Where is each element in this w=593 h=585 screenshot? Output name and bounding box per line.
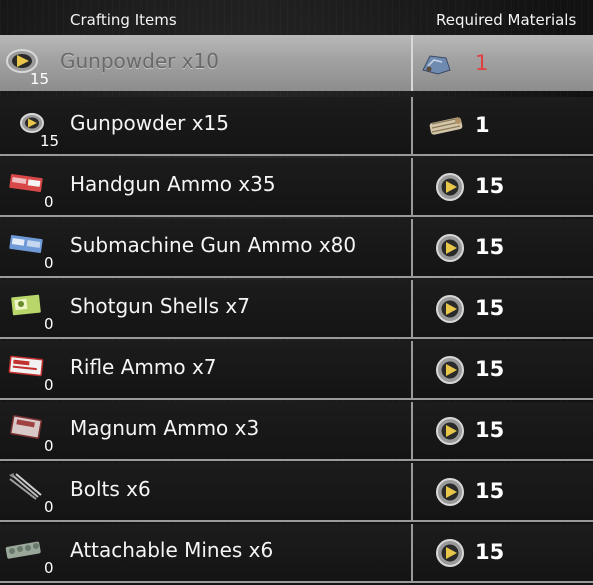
column-divider [411, 35, 413, 91]
crafting-row-shotgun-shells[interactable]: 0 Shotgun Shells x7 15 [0, 280, 593, 339]
column-divider [411, 402, 413, 459]
gunpowder-icon [436, 234, 464, 262]
item-name: Rifle Ammo x7 [70, 355, 217, 379]
material-count: 15 [475, 479, 505, 503]
material-count: 15 [475, 296, 505, 320]
item-name: Submachine Gun Ammo x80 [70, 233, 357, 257]
item-quantity: 0 [44, 376, 54, 394]
item-quantity: 15 [30, 70, 50, 88]
material-count: 1 [475, 51, 489, 75]
bolts-icon [9, 473, 42, 500]
column-divider [411, 524, 413, 581]
gunpowder-icon [436, 173, 464, 201]
wire-bundle-icon [429, 117, 463, 135]
gunpowder-icon [436, 417, 464, 445]
required-materials-heading: Required Materials [436, 11, 577, 29]
item-quantity: 15 [40, 132, 60, 150]
column-divider [411, 463, 413, 520]
column-divider [411, 341, 413, 398]
material-count: 15 [475, 357, 505, 381]
crafting-items-heading: Crafting Items [70, 11, 177, 29]
crafting-list: 15 Gunpowder x10 1 15 Gunpowder x15 1 0 … [0, 35, 593, 585]
list-header: Crafting Items Required Materials [0, 0, 593, 32]
item-quantity: 0 [44, 498, 54, 516]
column-divider [411, 280, 413, 337]
material-count: 15 [475, 235, 505, 259]
crafting-row-handgun-ammo[interactable]: 0 Handgun Ammo x35 15 [0, 158, 593, 217]
gunpowder-icon [20, 113, 44, 133]
item-name: Gunpowder x15 [70, 111, 230, 135]
item-name: Attachable Mines x6 [70, 538, 274, 562]
handgun-ammo-icon [9, 173, 43, 193]
mines-icon [5, 541, 41, 559]
item-quantity: 0 [44, 254, 54, 272]
material-count: 15 [475, 174, 505, 198]
crafting-row-rifle-ammo[interactable]: 0 Rifle Ammo x7 15 [0, 341, 593, 400]
gunpowder-icon [436, 478, 464, 506]
item-quantity: 0 [44, 193, 54, 211]
item-quantity: 0 [44, 559, 54, 577]
column-divider [411, 97, 413, 154]
crafting-row-smg-ammo[interactable]: 0 Submachine Gun Ammo x80 15 [0, 219, 593, 278]
item-name: Shotgun Shells x7 [70, 294, 250, 318]
item-name: Handgun Ammo x35 [70, 172, 276, 196]
gunpowder-icon [436, 539, 464, 567]
cloth-icon [422, 55, 451, 75]
item-quantity: 0 [44, 315, 54, 333]
item-name: Magnum Ammo x3 [70, 416, 260, 440]
material-count: 15 [475, 540, 505, 564]
magnum-ammo-icon [10, 415, 42, 439]
item-name: Gunpowder x10 [60, 49, 220, 73]
crafting-row-magnum-ammo[interactable]: 0 Magnum Ammo x3 15 [0, 402, 593, 461]
gunpowder-icon [436, 295, 464, 323]
material-count: 15 [475, 418, 505, 442]
rifle-ammo-icon [8, 355, 44, 377]
material-count: 1 [475, 113, 490, 137]
smg-ammo-icon [9, 234, 43, 254]
column-divider [411, 158, 413, 215]
crafting-row-gunpowder-x10[interactable]: 15 Gunpowder x10 1 [0, 35, 593, 91]
crafting-row-gunpowder-x15[interactable]: 15 Gunpowder x15 1 [0, 97, 593, 156]
crafting-row-bolts[interactable]: 0 Bolts x6 15 [0, 463, 593, 522]
shotgun-shells-icon [11, 294, 41, 316]
item-quantity: 0 [44, 437, 54, 455]
crafting-row-attachable-mines[interactable]: 0 Attachable Mines x6 15 [0, 524, 593, 583]
gunpowder-icon [436, 356, 464, 384]
item-name: Bolts x6 [70, 477, 151, 501]
column-divider [411, 219, 413, 276]
